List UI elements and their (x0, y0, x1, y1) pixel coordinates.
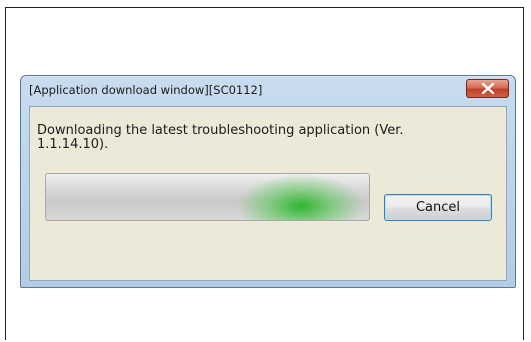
cancel-button[interactable]: Cancel (384, 194, 492, 221)
download-dialog: [Application download window][SC0112] Do… (20, 75, 516, 288)
progress-bar (45, 173, 370, 221)
close-button[interactable] (466, 79, 509, 98)
dialog-body: Downloading the latest troubleshooting a… (29, 106, 507, 281)
close-icon (481, 83, 495, 94)
progress-indicator (236, 174, 366, 220)
download-message: Downloading the latest troubleshooting a… (37, 123, 404, 152)
dialog-title: [Application download window][SC0112] (29, 83, 263, 97)
dialog-titlebar[interactable]: [Application download window][SC0112] (21, 76, 515, 104)
